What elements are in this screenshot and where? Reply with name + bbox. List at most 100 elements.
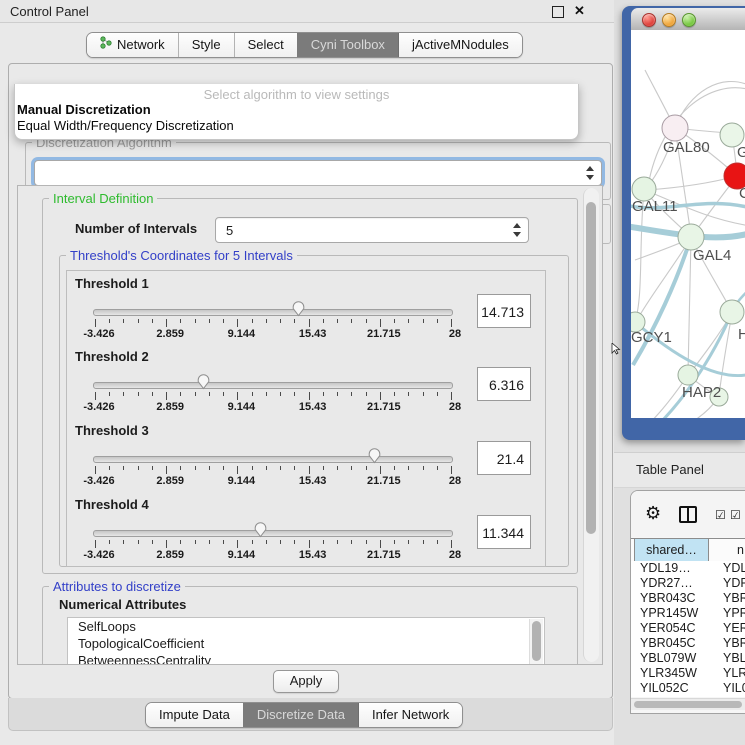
table-row[interactable]: YDR27… YDR2 xyxy=(631,576,745,591)
scrollbar-thumb[interactable] xyxy=(586,202,596,534)
table-horizontal-scrollbar[interactable] xyxy=(631,698,745,710)
tick-mark xyxy=(209,319,210,323)
settings-vertical-scrollbar[interactable] xyxy=(583,188,599,662)
algorithm-option[interactable]: Manual Discretization xyxy=(15,102,578,118)
tab-cyni-toolbox[interactable]: Cyni Toolbox xyxy=(297,33,398,57)
tick-mark xyxy=(451,392,452,400)
control-panel-title: Control Panel xyxy=(10,4,89,19)
threshold-value-box[interactable]: 6.316 xyxy=(477,367,531,401)
spinner-icon[interactable] xyxy=(510,222,524,238)
checkbox-icon[interactable]: ☑ xyxy=(715,508,726,522)
threshold-value-box[interactable]: 14.713 xyxy=(477,294,531,328)
split-view-icon[interactable] xyxy=(679,506,697,523)
network-node-gal80[interactable] xyxy=(662,115,688,141)
node-label: GAL11 xyxy=(632,198,678,215)
tab-style[interactable]: Style xyxy=(178,33,234,57)
network-node-hap2[interactable] xyxy=(678,365,698,385)
table-row[interactable]: YER054C YER0 xyxy=(631,621,745,636)
slider-ticks xyxy=(95,392,451,400)
cyni-toolbox-panel: Discretization Algorithm Table Data galF… xyxy=(8,63,613,699)
table-cell-name[interactable]: YBR0 xyxy=(716,591,745,606)
network-node-h[interactable] xyxy=(720,300,744,324)
gear-icon[interactable]: ⚙ xyxy=(645,503,661,524)
algorithm-option[interactable]: Equal Width/Frequency Discretization xyxy=(15,118,578,134)
threshold-slider-thumb[interactable] xyxy=(291,300,306,317)
network-window-titlebar[interactable] xyxy=(631,8,745,31)
table-cell-name[interactable]: YBL0 xyxy=(716,651,745,666)
tab-discretize-data[interactable]: Discretize Data xyxy=(243,703,358,727)
tick-mark xyxy=(309,540,310,548)
table-cell-shared-name[interactable]: YDL19… xyxy=(631,561,716,576)
threshold-slider-track[interactable] xyxy=(93,309,453,316)
tick-mark xyxy=(109,466,110,470)
numerical-attribute-item[interactable]: BetweennessCentrality xyxy=(68,652,544,665)
tick-mark xyxy=(223,540,224,544)
tab-impute-data[interactable]: Impute Data xyxy=(146,703,243,727)
column-header-shared-name[interactable]: shared… xyxy=(634,539,709,561)
numerical-attributes-label: Numerical Attributes xyxy=(59,597,186,612)
number-of-intervals-combobox[interactable]: 5 xyxy=(215,217,529,243)
network-canvas[interactable]: GAL80GCGAL11GAL4GCY1HHAP2 xyxy=(631,30,745,418)
table-toolbar: ⚙ ☑ ☑ xyxy=(631,491,745,537)
close-icon[interactable]: ✕ xyxy=(574,3,585,19)
threshold-slider-track[interactable] xyxy=(93,456,453,463)
table-cell-shared-name[interactable]: YER054C xyxy=(631,621,716,636)
threshold-slider-thumb[interactable] xyxy=(367,447,382,464)
close-traffic-light-icon[interactable] xyxy=(642,13,656,27)
table-row[interactable]: YBR045C YBR0 xyxy=(631,636,745,651)
table-cell-name[interactable]: YPR1 xyxy=(716,606,745,621)
checkbox-icon[interactable]: ☑ xyxy=(730,508,741,522)
tab-jactivemnodules[interactable]: jActiveMNodules xyxy=(398,33,522,57)
table-cell-name[interactable]: YIL0 xyxy=(716,681,745,696)
table-cell-shared-name[interactable]: YIL052C xyxy=(631,681,716,696)
table-cell-shared-name[interactable]: YBL079W xyxy=(631,651,716,666)
tick-mark xyxy=(180,540,181,544)
tick-mark xyxy=(266,392,267,396)
table-row[interactable]: YBR043C YBR0 xyxy=(631,591,745,606)
table-cell-name[interactable]: YDR2 xyxy=(716,576,745,591)
column-header-name[interactable]: n xyxy=(709,539,745,561)
numerical-attribute-item[interactable]: SelfLoops xyxy=(68,618,544,635)
slider-scale-labels: -3.4262.8599.14415.4321.71528 xyxy=(95,328,451,340)
table-cell-shared-name[interactable]: YBR043C xyxy=(631,591,716,606)
table-cell-shared-name[interactable]: YBR045C xyxy=(631,636,716,651)
scrollbar-thumb[interactable] xyxy=(532,621,541,661)
numerical-attributes-list: SelfLoopsTopologicalCoefficientBetweenne… xyxy=(67,617,545,665)
table-cell-shared-name[interactable]: YPR145W xyxy=(631,606,716,621)
threshold-slider-track[interactable] xyxy=(93,530,453,537)
table-row[interactable]: YLR345W YLR3 xyxy=(631,666,745,681)
scrollbar-thumb[interactable] xyxy=(634,701,742,708)
tab-select[interactable]: Select xyxy=(234,33,297,57)
numerical-attribute-item[interactable]: TopologicalCoefficient xyxy=(68,635,544,652)
threshold-slider-track[interactable] xyxy=(93,382,453,389)
table-cell-name[interactable]: YLR3 xyxy=(716,666,745,681)
scale-label: -3.426 xyxy=(71,328,127,340)
threshold-value-box[interactable]: 11.344 xyxy=(477,515,531,549)
threshold-slider-thumb[interactable] xyxy=(253,521,268,538)
table-cell-shared-name[interactable]: YDR27… xyxy=(631,576,716,591)
table-cell-name[interactable]: YER0 xyxy=(716,621,745,636)
tick-mark xyxy=(394,392,395,396)
table-row[interactable]: YPR145W YPR1 xyxy=(631,606,745,621)
table-cell-name[interactable]: YBR0 xyxy=(716,636,745,651)
attributes-list-scrollbar[interactable] xyxy=(529,619,543,665)
tab-infer-network[interactable]: Infer Network xyxy=(358,703,462,727)
table-row[interactable]: YIL052C YIL0 xyxy=(631,681,745,696)
minimize-traffic-light-icon[interactable] xyxy=(662,13,676,27)
float-window-icon[interactable] xyxy=(552,6,564,18)
threshold-panel: Threshold 4 -3.4262.8599.14415.4321.7152… xyxy=(66,492,546,567)
algorithm-combobox[interactable] xyxy=(34,160,602,186)
threshold-value-box[interactable]: 21.4 xyxy=(477,441,531,475)
threshold-slider-thumb[interactable] xyxy=(196,373,211,390)
apply-button[interactable]: Apply xyxy=(273,670,339,693)
tick-mark xyxy=(280,319,281,323)
scale-label: 15.43 xyxy=(285,401,341,413)
zoom-traffic-light-icon[interactable] xyxy=(682,13,696,27)
tab-network[interactable]: Network xyxy=(87,33,178,57)
threshold-label: Threshold 4 xyxy=(75,497,149,512)
spinner-icon[interactable] xyxy=(583,165,597,181)
table-row[interactable]: YBL079W YBL0 xyxy=(631,651,745,666)
table-cell-name[interactable]: YDL1 xyxy=(716,561,745,576)
table-cell-shared-name[interactable]: YLR345W xyxy=(631,666,716,681)
table-row[interactable]: YDL19… YDL1 xyxy=(631,561,745,576)
